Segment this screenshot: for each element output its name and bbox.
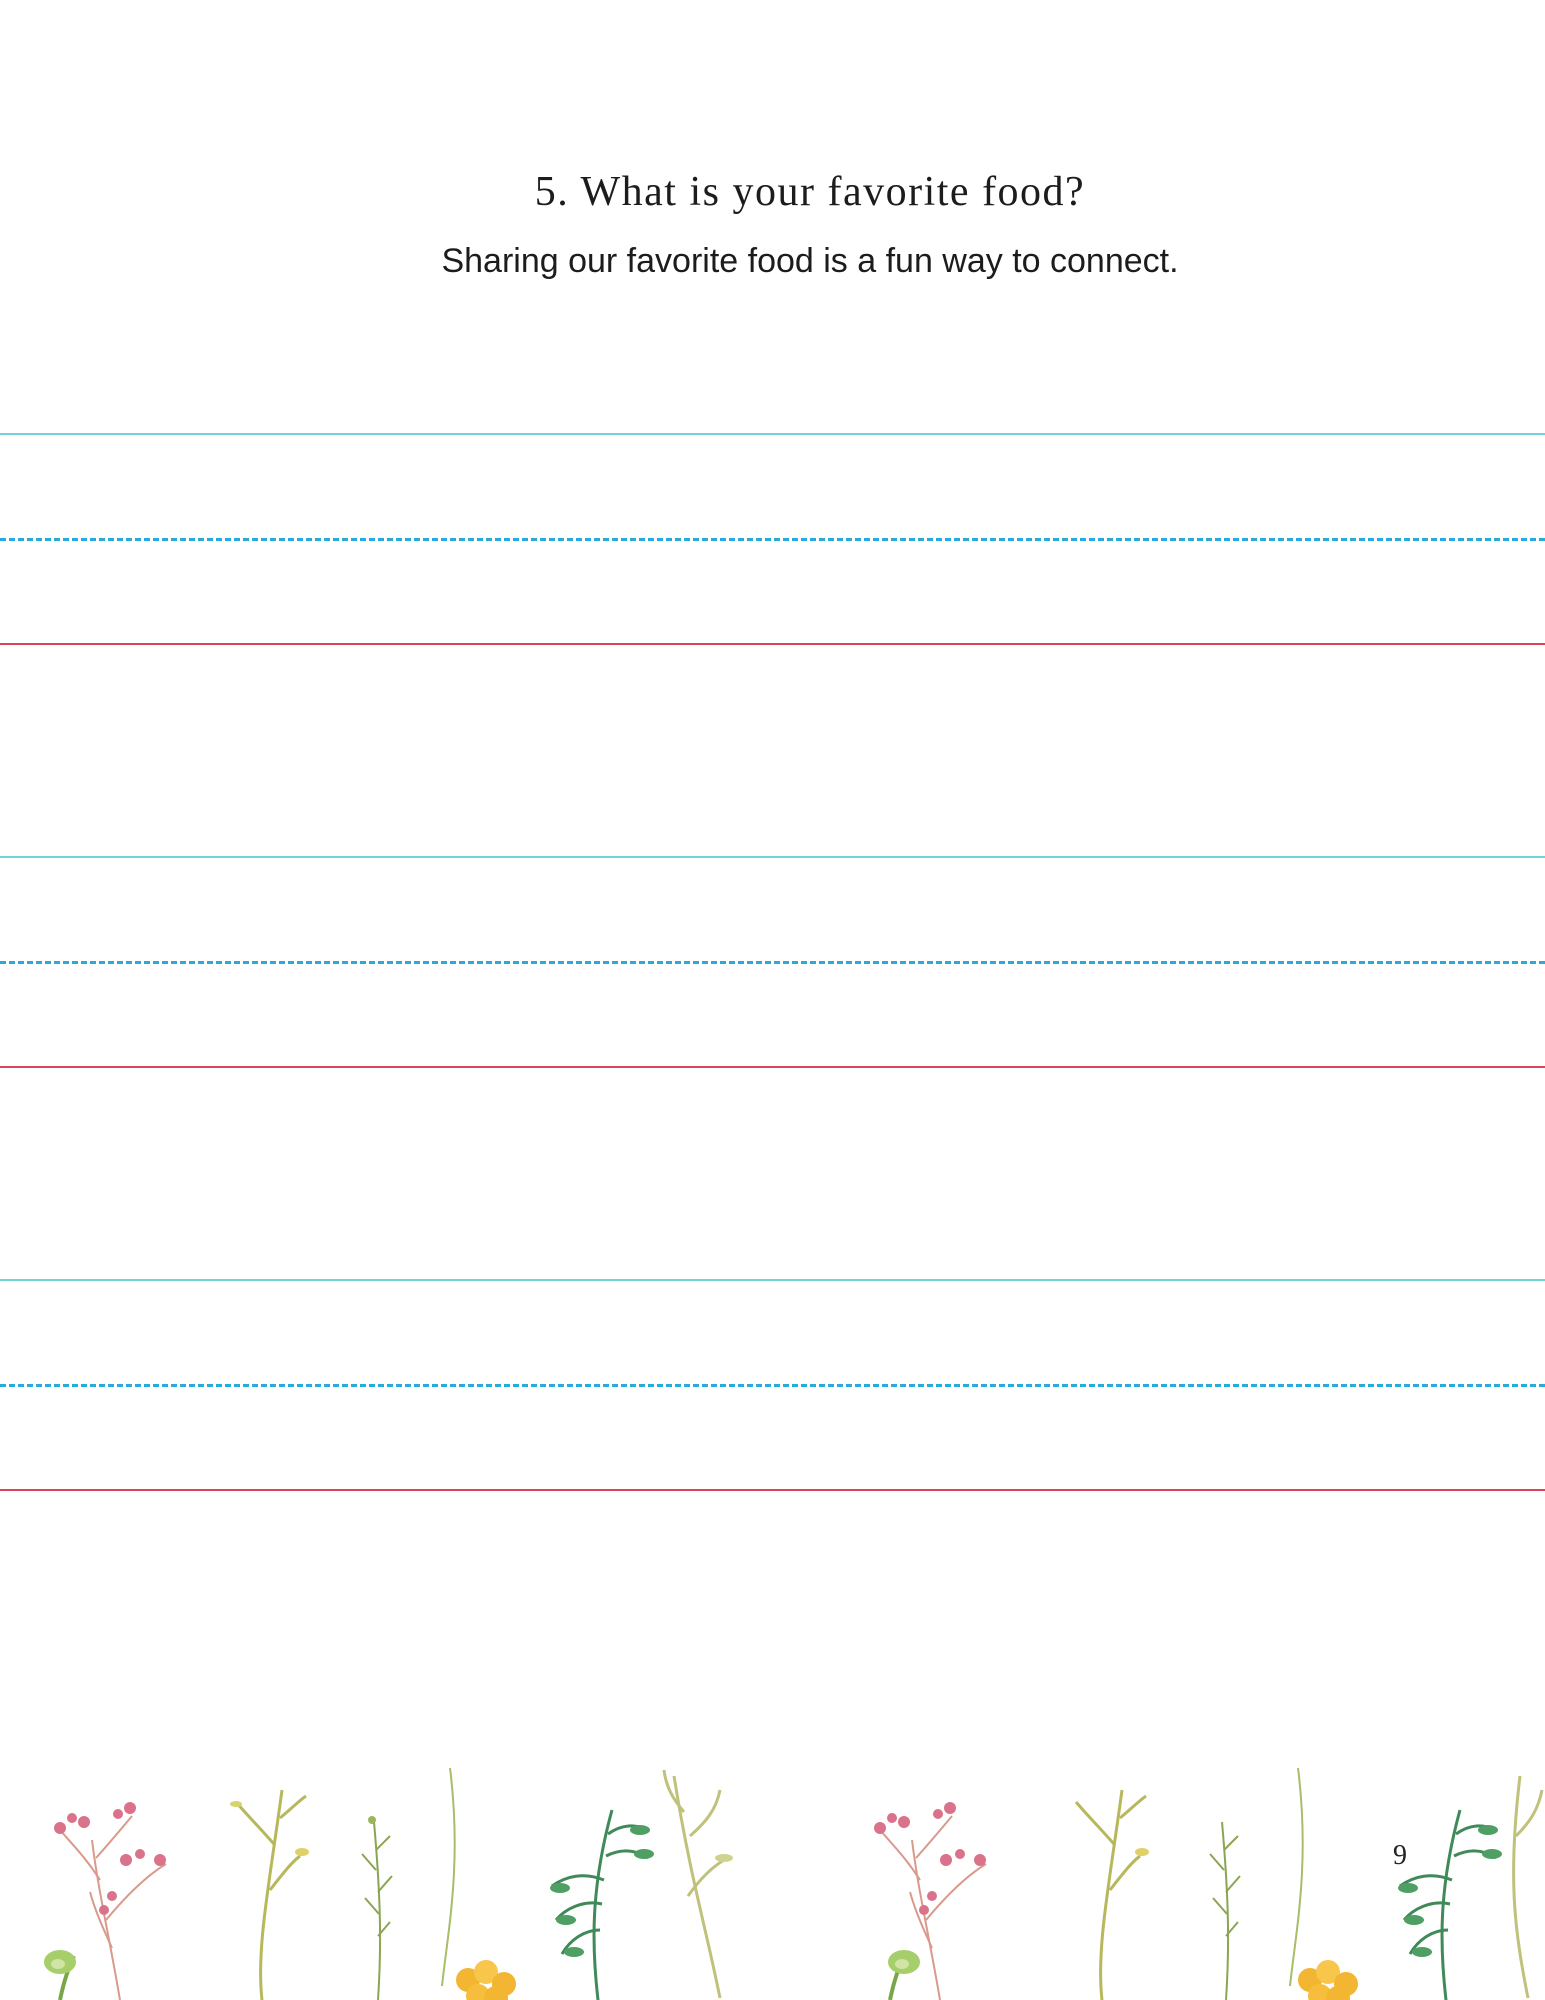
writing-top-line bbox=[0, 1279, 1545, 1281]
olive-wildflower-stem-4 bbox=[1512, 1775, 1544, 1999]
olive-wildflower-stem-3 bbox=[1074, 1789, 1149, 2000]
pink-flower-sprig-center bbox=[874, 1802, 987, 2000]
writing-baseline bbox=[0, 643, 1545, 645]
grass-seed-stem-2 bbox=[1209, 1821, 1241, 2000]
olive-wildflower-stem-1 bbox=[230, 1789, 309, 2000]
yellow-flower-cluster-1 bbox=[456, 1960, 516, 2000]
grass-seed-stem-1 bbox=[361, 1816, 393, 2000]
writing-top-line bbox=[0, 433, 1545, 435]
fern-sprig-1 bbox=[550, 1809, 654, 2000]
fern-sprig-2 bbox=[1398, 1809, 1502, 2000]
yellow-flower-cluster-2 bbox=[1298, 1960, 1358, 2000]
tall-green-stem-1 bbox=[441, 1767, 456, 1987]
writing-top-line bbox=[0, 856, 1545, 858]
tall-green-stem-2 bbox=[1289, 1767, 1304, 1987]
page-number: 9 bbox=[1393, 1840, 1407, 1871]
writing-dashed-midline bbox=[0, 538, 1545, 541]
poppy-bud-left bbox=[44, 1950, 76, 2000]
writing-dashed-midline bbox=[0, 1384, 1545, 1387]
writing-dashed-midline bbox=[0, 961, 1545, 964]
poppy-bud-center bbox=[888, 1950, 920, 2000]
olive-wildflower-stem-2 bbox=[662, 1769, 733, 1999]
wildflower-border bbox=[44, 1767, 1544, 2000]
writing-baseline bbox=[0, 1489, 1545, 1491]
question-prompt: Sharing our favorite food is a fun way t… bbox=[441, 242, 1179, 280]
writing-baseline bbox=[0, 1066, 1545, 1068]
worksheet-page: 5. What is your favorite food? Sharing o… bbox=[0, 0, 1545, 2000]
question-title: 5. What is your favorite food? bbox=[534, 169, 1086, 215]
